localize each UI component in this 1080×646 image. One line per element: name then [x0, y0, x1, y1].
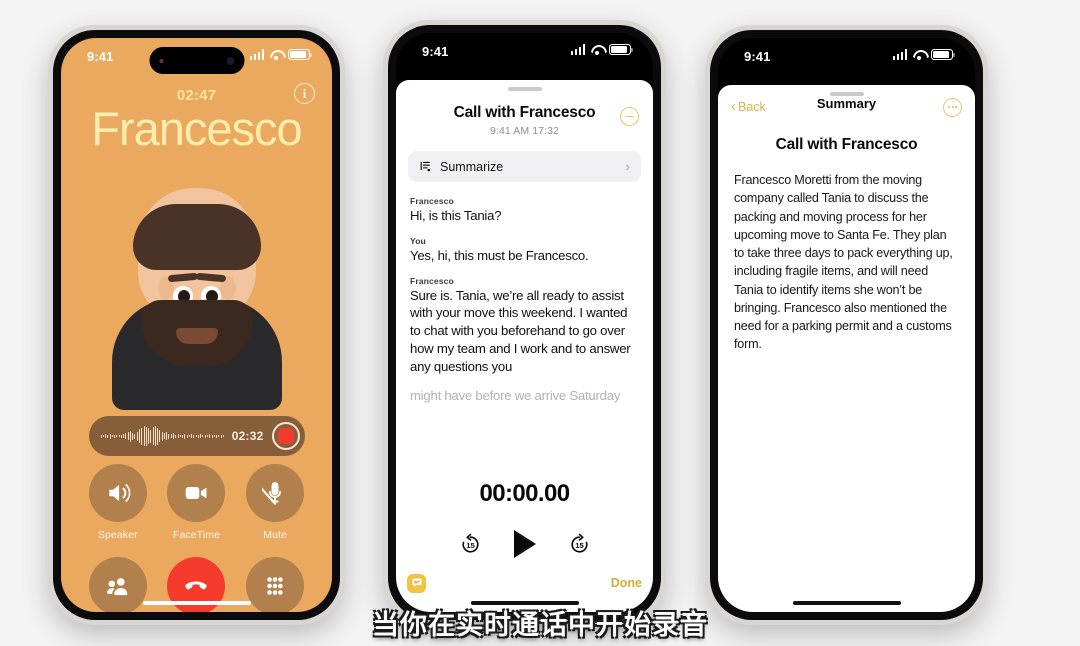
phone-2-screen: 9:41 Call with Francesco 9:41 AM 17:32 S…	[396, 33, 653, 612]
chevron-right-icon: ›	[625, 159, 630, 174]
page-title: Summary	[816, 96, 877, 111]
summarize-icon	[420, 161, 430, 172]
phone-1-bezel: 9:41 i 02:47 Francesco 02:32 Speaker Fac…	[53, 30, 340, 620]
status-time: 9:41	[87, 49, 114, 64]
speaker-button[interactable]: Speaker	[88, 464, 147, 541]
player-controls: 15 15	[396, 530, 653, 558]
transcript-entry: Francesco Sure is. Tania, we’re all read…	[410, 276, 639, 405]
summary-sheet: ‹ Back Summary Call with Francesco Franc…	[718, 85, 975, 612]
speaker-label: Francesco	[410, 275, 454, 286]
phone-3-bezel: 9:41 ‹ Back Summary Call with Francesco …	[710, 30, 983, 620]
transcript-title: Call with Francesco	[453, 104, 596, 121]
done-button[interactable]: Done	[611, 576, 642, 590]
phone-3-screen: 9:41 ‹ Back Summary Call with Francesco …	[718, 38, 975, 612]
player-timecode: 00:00.00	[479, 480, 571, 507]
speaker-text-pending: might have before we arrive Saturday	[410, 387, 621, 403]
caller-memoji-avatar	[111, 160, 283, 410]
screenshot-stage: 9:41 i 02:47 Francesco 02:32 Speaker Fac…	[0, 0, 1080, 646]
phone-2-bezel: 9:41 Call with Francesco 9:41 AM 17:32 S…	[388, 25, 661, 620]
cellular-bars-icon	[249, 49, 264, 60]
phone-1-screen: 9:41 i 02:47 Francesco 02:32 Speaker Fac…	[61, 38, 332, 612]
sheet-footer: Done	[396, 572, 653, 594]
speaker-label: You	[410, 235, 426, 246]
summary-title: Call with Francesco	[775, 136, 918, 153]
audio-waveform-icon	[100, 425, 224, 447]
play-icon[interactable]	[513, 530, 536, 558]
facetime-button[interactable]: FaceTime	[167, 464, 226, 541]
phone-3-summary-screen: 9:41 ‹ Back Summary Call with Francesco …	[705, 25, 988, 625]
video-subtitle: 当你在实时通话中开始录音	[372, 610, 708, 640]
facetime-label: FaceTime	[172, 529, 221, 541]
speaker-text: Sure is. Tania, we’re all ready to assis…	[410, 287, 631, 374]
microphone-muted-icon	[246, 464, 305, 522]
mute-label: Mute	[263, 529, 288, 541]
skip-forward-15-button[interactable]: 15	[568, 533, 591, 556]
transcript-sheet: Call with Francesco 9:41 AM 17:32 Summar…	[396, 80, 653, 612]
summarize-row[interactable]: Summarize ›	[408, 151, 641, 182]
summary-navbar: ‹ Back Summary	[718, 85, 975, 119]
summarize-label: Summarize	[440, 159, 504, 174]
status-icons	[249, 49, 313, 60]
caller-name: Francesco	[91, 102, 302, 155]
recording-pill[interactable]: 02:32	[88, 416, 305, 456]
battery-icon	[288, 49, 313, 60]
camera-indicator-dot	[159, 58, 163, 63]
audio-player: 00:00.00 15 15	[396, 480, 653, 558]
summary-body: Francesco Moretti from the moving compan…	[734, 173, 953, 352]
call-screen: 9:41 i 02:47 Francesco 02:32 Speaker Fac…	[61, 38, 332, 612]
svg-text:15: 15	[466, 540, 475, 549]
wifi-icon	[269, 49, 283, 60]
recording-time: 02:32	[231, 429, 264, 443]
minus-circle-icon[interactable]	[620, 107, 639, 126]
call-controls-grid: Speaker FaceTime Mute	[79, 464, 315, 612]
speaker-text: Hi, is this Tania?	[410, 208, 502, 223]
stop-recording-button[interactable]	[271, 422, 300, 450]
speaker-icon	[88, 464, 147, 522]
video-camera-icon	[167, 464, 226, 522]
transcript-header: Call with Francesco 9:41 AM 17:32	[396, 80, 653, 137]
phone-1-call-screen: 9:41 i 02:47 Francesco 02:32 Speaker Fac…	[48, 25, 345, 625]
dynamic-island	[149, 47, 244, 74]
transcript-badge-icon[interactable]	[407, 573, 426, 593]
transcript-entry: You Yes, hi, this must be Francesco.	[410, 236, 639, 265]
mute-button[interactable]: Mute	[246, 464, 305, 541]
transcript-subtitle: 9:41 AM 17:32	[489, 125, 560, 137]
svg-text:15: 15	[575, 540, 584, 549]
transcript-list[interactable]: Francesco Hi, is this Tania? You Yes, hi…	[396, 182, 653, 405]
transcript-entry: Francesco Hi, is this Tania?	[410, 196, 639, 225]
skip-back-15-button[interactable]: 15	[459, 533, 482, 556]
phone-2-transcript-screen: 9:41 Call with Francesco 9:41 AM 17:32 S…	[383, 20, 666, 625]
speaker-label: Speaker	[97, 529, 138, 541]
speaker-text: Yes, hi, this must be Francesco.	[410, 247, 589, 263]
front-camera-lens	[226, 56, 234, 65]
speaker-label: Francesco	[410, 196, 454, 206]
